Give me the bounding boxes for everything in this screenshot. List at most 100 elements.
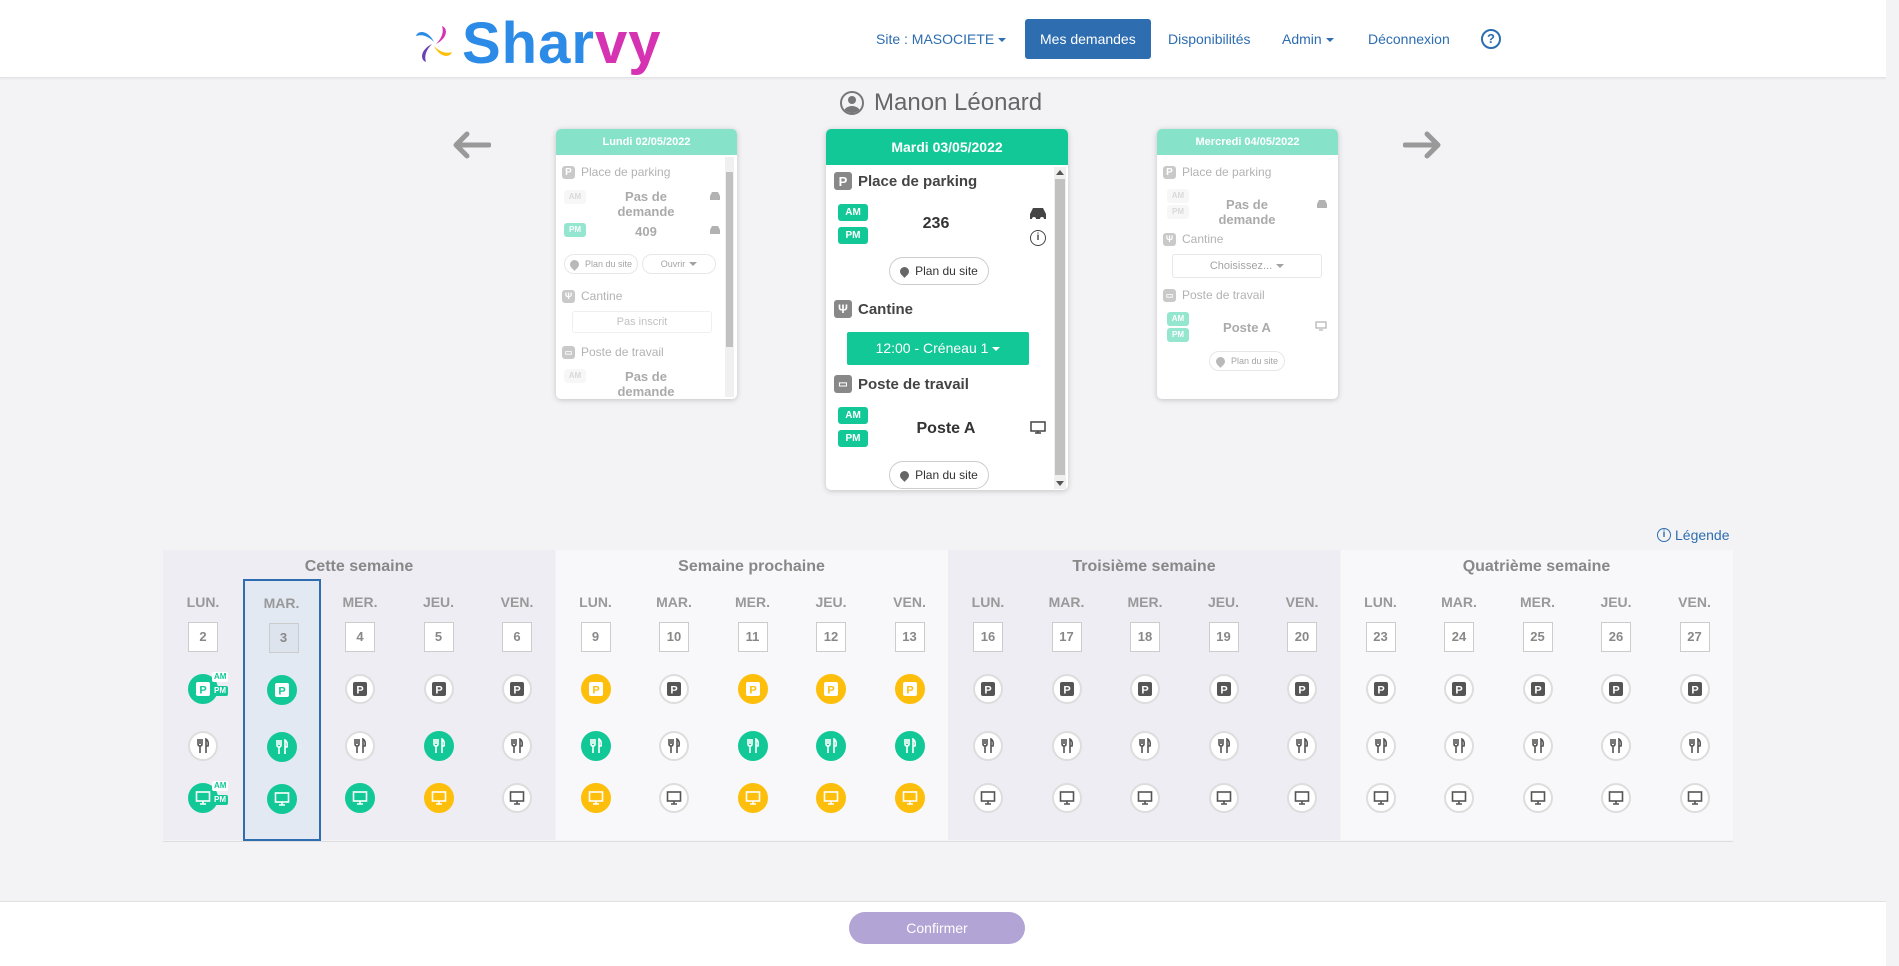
site-plan-button[interactable]: Plan du site xyxy=(564,254,638,274)
help-icon[interactable]: ? xyxy=(1481,29,1501,49)
nav-deconnexion[interactable]: Déconnexion xyxy=(1368,19,1450,59)
day-number[interactable]: 13 xyxy=(894,622,925,652)
parking-icon-status[interactable]: P xyxy=(1365,674,1396,704)
monitor-icon-status[interactable] xyxy=(737,783,768,813)
arrow-right-icon[interactable] xyxy=(1403,130,1443,160)
parking-icon-status[interactable]: P xyxy=(423,674,454,704)
scroll-down-icon[interactable] xyxy=(1056,481,1064,486)
cutlery-icon-status[interactable] xyxy=(973,731,1003,761)
cutlery-icon-status[interactable] xyxy=(188,731,218,761)
day-column[interactable]: VEN. 27 P xyxy=(1656,580,1734,840)
day-column[interactable]: MAR. 17 P xyxy=(1028,580,1106,840)
scrollbar-thumb[interactable] xyxy=(726,172,733,347)
cutlery-icon-status[interactable] xyxy=(1365,731,1396,761)
cutlery-icon-status[interactable] xyxy=(1444,731,1474,761)
cutlery-icon-status[interactable] xyxy=(1679,731,1710,761)
day-column[interactable]: JEU. 12 P xyxy=(792,580,870,840)
day-number[interactable]: 6 xyxy=(502,622,532,652)
day-column[interactable]: MER. 18 P xyxy=(1106,580,1184,840)
monitor-icon-status[interactable] xyxy=(580,783,611,813)
day-card-prev[interactable]: Lundi 02/05/2022 P Place de parking AM Pa… xyxy=(556,129,737,399)
day-number[interactable]: 25 xyxy=(1522,622,1553,652)
monitor-icon-status[interactable] xyxy=(973,783,1003,813)
day-number[interactable]: 2 xyxy=(188,622,218,652)
monitor-icon-status[interactable] xyxy=(1522,783,1553,813)
day-column[interactable]: VEN. 13 P xyxy=(871,580,949,840)
parking-icon-status[interactable]: P xyxy=(737,674,768,704)
day-card-next[interactable]: Mercredi 04/05/2022 P Place de parking AM… xyxy=(1157,129,1338,399)
scrollbar[interactable] xyxy=(725,157,734,397)
parking-icon-status[interactable]: P xyxy=(1444,674,1474,704)
monitor-icon-status[interactable] xyxy=(1130,783,1160,813)
day-number[interactable]: 27 xyxy=(1679,622,1710,652)
page-scrollbar[interactable] xyxy=(1886,0,1899,966)
cutlery-icon-status[interactable] xyxy=(1287,731,1317,761)
day-number[interactable]: 4 xyxy=(345,622,375,652)
legend-link[interactable]: i Légende xyxy=(1657,527,1730,543)
pm-badge[interactable]: PM xyxy=(838,227,868,244)
parking-icon-status[interactable]: P xyxy=(1051,674,1082,704)
admin-dropdown[interactable]: Admin xyxy=(1282,19,1334,59)
parking-icon-status[interactable]: P xyxy=(1287,674,1317,704)
cutlery-icon-status[interactable] xyxy=(737,731,768,761)
parking-icon-status[interactable]: P xyxy=(816,674,846,704)
monitor-icon-status[interactable] xyxy=(816,783,846,813)
day-column[interactable]: MAR. 3 P xyxy=(242,579,321,841)
am-badge[interactable]: AM xyxy=(838,407,868,424)
day-number[interactable]: 5 xyxy=(423,622,454,652)
monitor-icon-status[interactable] xyxy=(659,783,689,813)
pm-badge[interactable]: PM xyxy=(838,430,868,447)
day-column[interactable]: LUN. 16 P xyxy=(949,580,1027,840)
day-column[interactable]: MAR. 10 P xyxy=(635,580,713,840)
cutlery-icon-status[interactable] xyxy=(580,731,611,761)
cutlery-icon-status[interactable] xyxy=(502,731,532,761)
parking-icon-status[interactable]: P xyxy=(973,674,1003,704)
cutlery-icon-status[interactable] xyxy=(345,731,375,761)
monitor-icon-status[interactable] xyxy=(1601,783,1631,813)
day-number[interactable]: 19 xyxy=(1208,622,1239,652)
monitor-icon-status[interactable] xyxy=(502,783,532,813)
site-plan-button[interactable]: Plan du site xyxy=(1209,351,1285,371)
scroll-up-icon[interactable] xyxy=(1056,170,1064,175)
day-column[interactable]: MER. 4 P xyxy=(321,580,399,840)
day-column[interactable]: VEN. 6 P xyxy=(478,580,556,840)
monitor-icon-status[interactable] xyxy=(1208,783,1239,813)
day-number[interactable]: 3 xyxy=(268,623,299,653)
parking-icon-status[interactable]: P xyxy=(502,674,532,704)
parking-icon-status[interactable]: P xyxy=(659,674,689,704)
day-number[interactable]: 17 xyxy=(1051,622,1082,652)
sharvy-logo[interactable]: Sharvy xyxy=(410,14,661,74)
monitor-icon-status[interactable] xyxy=(1365,783,1396,813)
day-column[interactable]: LUN. 2 P AM PM AM PM xyxy=(164,580,242,840)
parking-icon-status[interactable]: P xyxy=(345,674,375,704)
cutlery-icon-status[interactable] xyxy=(1208,731,1239,761)
day-column[interactable]: MER. 25 P xyxy=(1499,580,1577,840)
day-number[interactable]: 12 xyxy=(816,622,846,652)
day-number[interactable]: 10 xyxy=(659,622,689,652)
monitor-icon-status[interactable] xyxy=(266,784,297,814)
nav-mes-demandes[interactable]: Mes demandes xyxy=(1025,19,1151,59)
cutlery-icon-status[interactable] xyxy=(816,731,846,761)
day-number[interactable]: 20 xyxy=(1287,622,1317,652)
day-column[interactable]: MAR. 24 P xyxy=(1420,580,1498,840)
day-column[interactable]: MER. 11 P xyxy=(714,580,792,840)
parking-icon-status[interactable]: P xyxy=(894,674,925,704)
day-column[interactable]: JEU. 5 P xyxy=(400,580,478,840)
day-number[interactable]: 11 xyxy=(737,622,768,652)
parking-icon-status[interactable]: P xyxy=(266,675,297,705)
canteen-slot-dropdown[interactable]: 12:00 - Créneau 1 xyxy=(847,332,1029,365)
parking-icon-status[interactable]: P xyxy=(580,674,611,704)
site-dropdown[interactable]: Site : MASOCIETE xyxy=(876,19,1007,59)
monitor-icon-status[interactable] xyxy=(1051,783,1082,813)
day-column[interactable]: LUN. 23 P xyxy=(1342,580,1420,840)
monitor-icon-status[interactable] xyxy=(1444,783,1474,813)
site-plan-button[interactable]: Plan du site xyxy=(889,257,989,285)
day-column[interactable]: JEU. 26 P xyxy=(1577,580,1655,840)
day-number[interactable]: 23 xyxy=(1365,622,1396,652)
site-plan-button[interactable]: Plan du site xyxy=(889,461,989,489)
day-number[interactable]: 9 xyxy=(580,622,611,652)
day-column[interactable]: LUN. 9 P xyxy=(557,580,635,840)
day-number[interactable]: 16 xyxy=(973,622,1003,652)
am-badge[interactable]: AM xyxy=(838,204,868,221)
cutlery-icon-status[interactable] xyxy=(1130,731,1160,761)
